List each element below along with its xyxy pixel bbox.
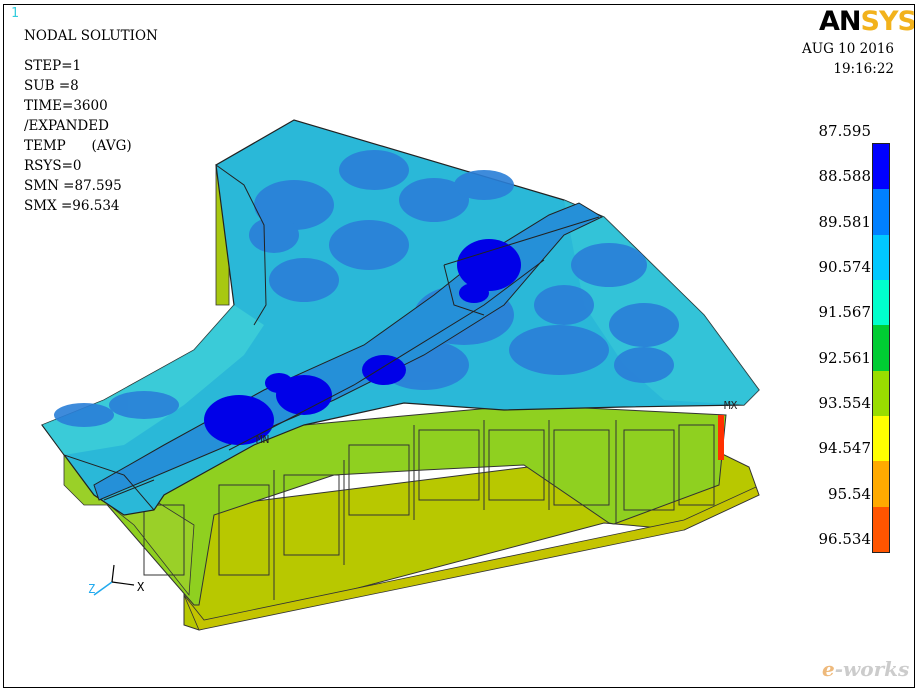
min-marker: MN <box>256 433 269 446</box>
legend-value-label: 89.581 <box>818 212 872 231</box>
legend-value-label: 93.554 <box>818 394 872 412</box>
legend-color-band <box>873 279 889 326</box>
color-legend-bar <box>872 143 890 553</box>
legend-value-label: 94.547 <box>818 439 872 458</box>
legend-color-band <box>873 461 889 507</box>
legend-color-band <box>873 370 889 416</box>
legend-value-label: 87.595 <box>818 122 872 140</box>
legend-value-label: 92.561 <box>818 348 872 367</box>
legend-color-band <box>873 189 889 235</box>
legend-color-band <box>873 506 889 552</box>
legend-color-band <box>873 325 889 371</box>
x-axis-label: X <box>137 580 145 594</box>
legend-color-band <box>873 234 889 280</box>
legend-color-band <box>873 144 889 190</box>
max-marker: MX <box>724 399 738 412</box>
legend-value-label: 95.54 <box>828 484 871 503</box>
legend-value-label: 96.534 <box>818 530 872 548</box>
watermark-e: e <box>822 657 835 681</box>
legend-value-label: 88.588 <box>818 167 872 186</box>
axis-triad: Z X <box>88 564 145 596</box>
legend-value-label: 90.574 <box>818 258 872 276</box>
legend-color-band <box>873 415 889 462</box>
z-axis-label: Z <box>88 582 95 596</box>
fe-model-plot[interactable]: MN MX Z X <box>4 5 914 687</box>
watermark-works: -works <box>834 657 910 681</box>
graphics-viewport[interactable]: 1 NODAL SOLUTION STEP=1 SUB =8 TIME=3600… <box>3 4 915 688</box>
eworks-watermark: e-works <box>822 657 909 681</box>
legend-value-label: 91.567 <box>818 303 872 322</box>
